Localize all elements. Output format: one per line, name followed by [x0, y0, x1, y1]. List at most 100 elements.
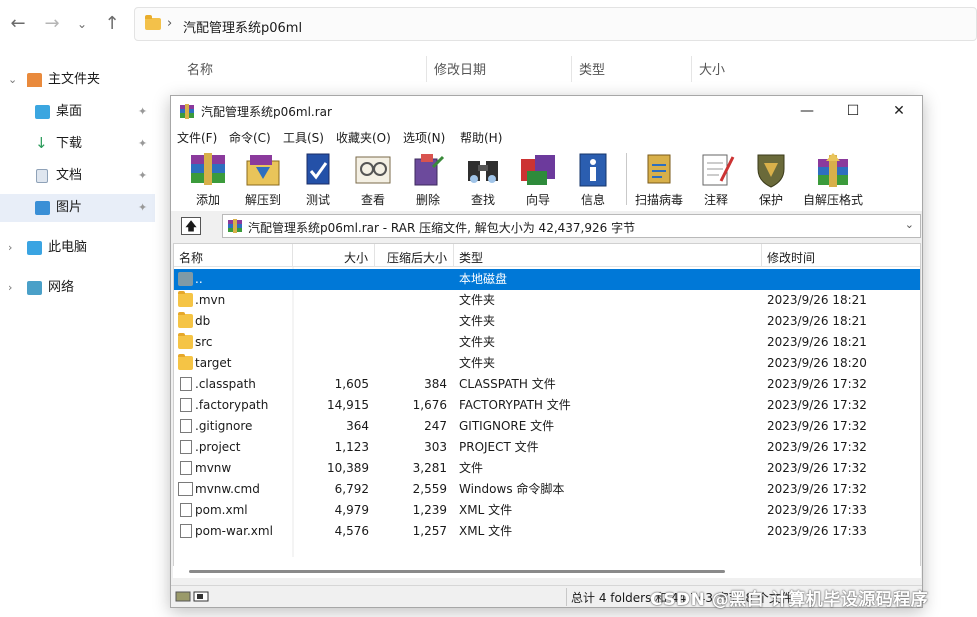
menu-tools[interactable]: 工具(S): [283, 129, 324, 146]
menu-commands[interactable]: 命令(C): [229, 129, 271, 146]
menu-file[interactable]: 文件(F): [177, 129, 217, 146]
extract-to-icon: [246, 155, 280, 186]
extract-to-button[interactable]: 解压到: [234, 149, 292, 209]
header-type[interactable]: 类型: [459, 249, 483, 266]
address-bar[interactable]: › 汽配管理系统p06ml: [134, 7, 977, 41]
protect-button[interactable]: 保护: [742, 149, 800, 209]
pin-icon[interactable]: ✦: [138, 130, 147, 158]
sidebar-item-home[interactable]: ⌄ 主文件夹: [0, 66, 155, 94]
sfx-button[interactable]: 自解压格式: [797, 149, 869, 209]
file-type: PROJECT 文件: [459, 440, 539, 454]
sidebar-item-label: 桌面: [56, 104, 83, 119]
folder-icon: [178, 333, 193, 349]
sidebar-item-documents[interactable]: 文档 ✦: [0, 162, 155, 190]
wizard-button[interactable]: 向导: [509, 149, 567, 209]
add-button[interactable]: 添加: [179, 149, 237, 209]
column-name[interactable]: 名称: [187, 59, 213, 78]
sidebar-item-desktop[interactable]: 桌面 ✦: [0, 98, 155, 126]
path-dropdown[interactable]: 汽配管理系统p06ml.rar - RAR 压缩文件, 解包大小为 42,437…: [222, 214, 921, 238]
table-row[interactable]: .. 本地磁盘: [174, 269, 920, 290]
sidebar-item-this-pc[interactable]: › 此电脑: [0, 234, 155, 262]
toolbar-label: 解压到: [244, 193, 281, 207]
menu-favorites[interactable]: 收藏夹(O): [336, 129, 391, 146]
file-type: 文件夹: [459, 293, 496, 307]
file-list: 名称 ^ 大小 压缩后大小 类型 修改时间 .. 本地磁盘 .mvn 文件夹 2023/…: [173, 243, 921, 578]
file-name: ..: [195, 272, 203, 286]
header-size[interactable]: 大小: [344, 249, 368, 266]
delete-icon: [414, 154, 445, 186]
back-arrow-icon[interactable]: ←: [6, 12, 30, 36]
column-modified[interactable]: 修改日期: [434, 59, 486, 78]
table-row[interactable]: src 文件夹 2023/9/26 18:21: [174, 332, 920, 353]
forward-arrow-icon[interactable]: →: [40, 12, 64, 36]
title-bar[interactable]: 汽配管理系统p06ml.rar — ☐ ✕: [171, 96, 922, 127]
table-row[interactable]: .project 1,123 303 PROJECT 文件 2023/9/26 17:3…: [174, 437, 920, 458]
up-folder-icon[interactable]: 🡅: [181, 217, 201, 235]
pin-icon[interactable]: ✦: [138, 162, 147, 190]
view-button[interactable]: 查看: [344, 149, 402, 209]
minimize-button[interactable]: —: [784, 96, 830, 127]
drive-status-icon[interactable]: [175, 590, 211, 603]
sidebar-item-pictures[interactable]: 图片 ✦: [0, 194, 155, 222]
info-button[interactable]: 信息: [564, 149, 622, 209]
menu-help[interactable]: 帮助(H): [460, 129, 502, 146]
pin-icon[interactable]: ✦: [138, 98, 147, 126]
table-row[interactable]: .mvn 文件夹 2023/9/26 18:21: [174, 290, 920, 311]
horizontal-scrollbar[interactable]: [173, 566, 921, 578]
folder-icon: [178, 312, 193, 328]
sidebar-item-label: 主文件夹: [48, 72, 101, 87]
pin-icon[interactable]: ✦: [138, 194, 147, 222]
file-size: 1,123: [334, 440, 369, 454]
table-row[interactable]: pom.xml 4,979 1,239 XML 文件 2023/9/26 17:33: [174, 500, 920, 521]
column-type[interactable]: 类型: [579, 59, 605, 78]
breadcrumb-current[interactable]: 汽配管理系统p06ml: [183, 17, 302, 36]
sidebar-item-label: 文档: [56, 168, 83, 183]
up-arrow-icon[interactable]: ↑: [100, 12, 124, 36]
file-type: GITIGNORE 文件: [459, 419, 555, 433]
table-row[interactable]: mvnw.cmd 6,792 2,559 Windows 命令脚本 2023/9/26 …: [174, 479, 920, 500]
file-size: 1,605: [334, 377, 369, 391]
table-row[interactable]: .classpath 1,605 384 CLASSPATH 文件 2023/9/26 …: [174, 374, 920, 395]
chevron-down-icon[interactable]: ⌄: [8, 66, 17, 94]
maximize-button[interactable]: ☐: [830, 96, 876, 127]
test-button[interactable]: 测试: [289, 149, 347, 209]
scrollbar-thumb[interactable]: [189, 570, 725, 573]
header-name[interactable]: 名称: [179, 249, 203, 266]
table-row[interactable]: target 文件夹 2023/9/26 18:20: [174, 353, 920, 374]
network-icon: [27, 281, 42, 295]
file-type: 文件: [459, 461, 484, 475]
menu-options[interactable]: 选项(N): [403, 129, 445, 146]
sidebar-item-downloads[interactable]: ↓ 下载 ✦: [0, 130, 155, 158]
header-modified[interactable]: 修改时间: [767, 249, 815, 266]
table-row[interactable]: mvnw 10,389 3,281 文件 2023/9/26 17:32: [174, 458, 920, 479]
header-packed-size[interactable]: 压缩后大小: [387, 249, 447, 266]
virus-scan-button[interactable]: 扫描病毒: [629, 149, 689, 209]
chevron-right-icon[interactable]: ›: [8, 234, 12, 262]
close-button[interactable]: ✕: [876, 96, 922, 127]
table-row[interactable]: .gitignore 364 247 GITIGNORE 文件 2023/9/26 17…: [174, 416, 920, 437]
comment-button[interactable]: 注释: [687, 149, 745, 209]
delete-button[interactable]: 删除: [399, 149, 457, 209]
folder-icon: [178, 291, 193, 307]
chevron-right-icon[interactable]: ›: [8, 274, 12, 302]
file-name: pom.xml: [195, 503, 248, 517]
table-row[interactable]: pom-war.xml 4,576 1,257 XML 文件 2023/9/26 17:…: [174, 521, 920, 542]
file-name: .gitignore: [195, 419, 253, 433]
history-chevron-down-icon[interactable]: ⌄: [70, 12, 94, 36]
sidebar-item-network[interactable]: › 网络: [0, 274, 155, 302]
toolbar-label: 查看: [360, 193, 385, 207]
chevron-down-icon[interactable]: ⌄: [905, 218, 914, 231]
modified-time: 2023/9/26 17:32: [767, 461, 867, 475]
modified-time: 2023/9/26 18:21: [767, 314, 867, 328]
table-row[interactable]: db 文件夹 2023/9/26 18:21: [174, 311, 920, 332]
download-icon: ↓: [35, 134, 48, 152]
file-size: 364: [346, 419, 369, 433]
winrar-icon: [180, 104, 194, 119]
archive-path-text: 汽配管理系统p06ml.rar - RAR 压缩文件, 解包大小为 42,437…: [248, 221, 636, 235]
column-size[interactable]: 大小: [699, 59, 725, 78]
find-button[interactable]: 查找: [454, 149, 512, 209]
add-icon: [191, 153, 225, 185]
table-row[interactable]: .factorypath 14,915 1,676 FACTORYPATH 文件 202…: [174, 395, 920, 416]
file-name: .project: [195, 440, 241, 454]
file-name: .factorypath: [195, 398, 269, 412]
